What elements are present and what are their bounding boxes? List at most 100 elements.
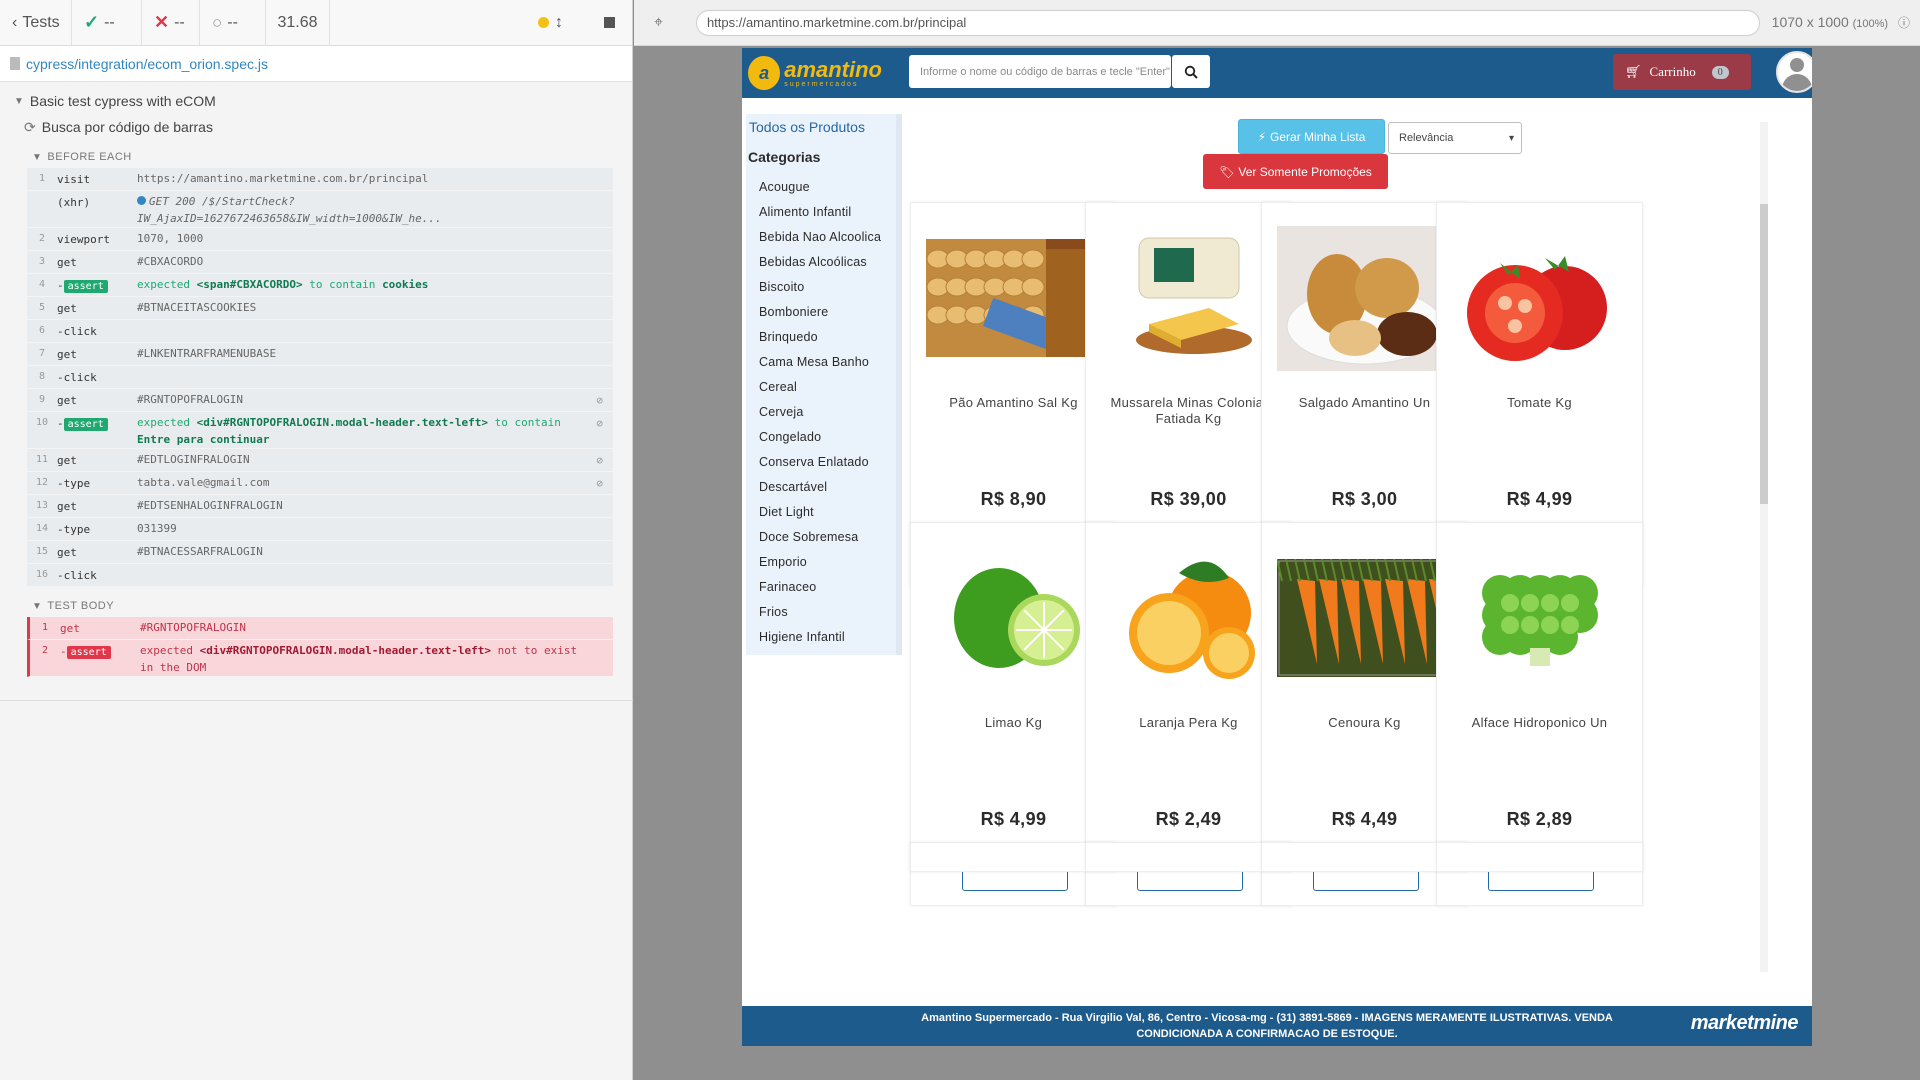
command-number: 7 xyxy=(38,348,46,359)
check-icon: ✓ xyxy=(84,12,100,32)
category-item[interactable]: Acougue xyxy=(746,175,896,200)
test-body-text: TEST BODY xyxy=(47,600,115,612)
command-row[interactable]: 1 visit https://amantino.marketmine.com.br… xyxy=(27,168,613,191)
command-row[interactable]: 15 get #BTNACESSARFRALOGIN xyxy=(27,541,613,564)
command-row[interactable]: 5 get #BTNACEITASCOOKIES xyxy=(27,297,613,320)
suite-title[interactable]: ▼ Basic test cypress with eCOM xyxy=(14,90,632,112)
product-image[interactable] xyxy=(926,233,1102,363)
command-row[interactable]: 13 get #EDTSENHALOGINFRALOGIN xyxy=(27,495,613,518)
category-item[interactable]: Alimento Infantil xyxy=(746,200,896,225)
search-input[interactable]: Informe o nome ou código de barras e tec… xyxy=(909,55,1171,88)
category-item[interactable]: Bebidas Alcoólicas xyxy=(746,250,896,275)
xhr-status-icon xyxy=(137,196,146,205)
category-item[interactable]: Doce Sobremesa xyxy=(746,525,896,550)
command-row[interactable]: 12 -type tabta.vale@gmail.com ⊘ xyxy=(27,472,613,495)
command-row[interactable]: 2 viewport 1070, 1000 xyxy=(27,228,613,251)
category-item[interactable]: Conserva Enlatado xyxy=(746,450,896,475)
hidden-eye-icon[interactable]: ⊘ xyxy=(596,417,603,430)
category-item[interactable]: Cerveja xyxy=(746,400,896,425)
marketmine-logo[interactable]: marketmine xyxy=(1691,1013,1799,1033)
category-item[interactable]: Emporio xyxy=(746,550,896,575)
test-body-label[interactable]: ▼ TEST BODY xyxy=(0,595,632,617)
product-card-partial[interactable] xyxy=(1436,842,1643,872)
command-message: #EDTSENHALOGINFRALOGIN xyxy=(137,499,283,512)
command-number: 4 xyxy=(38,279,46,290)
selector-playground-icon[interactable]: ⌖ xyxy=(654,14,680,32)
category-item[interactable]: Brinquedo xyxy=(746,325,896,350)
command-row[interactable]: 11 get #EDTLOGINFRALOGIN ⊘ xyxy=(27,449,613,472)
viewport-zoom: (100%) xyxy=(1852,18,1889,30)
hidden-eye-icon[interactable]: ⊘ xyxy=(596,394,603,407)
url-field[interactable]: https://amantino.marketmine.com.br/princ… xyxy=(695,9,1760,36)
command-row[interactable]: 10 - assert expected <div#RGNTOPOFRALOGIN.m… xyxy=(27,412,613,449)
command-row[interactable]: 6 -click xyxy=(27,320,613,343)
category-item[interactable]: Higiene Infantil xyxy=(746,625,896,650)
command-row[interactable]: 16 -click xyxy=(27,564,613,587)
category-item[interactable]: Frios xyxy=(746,600,896,625)
promotions-only-button[interactable]: 🏷︎ Ver Somente Promoções xyxy=(1203,154,1388,189)
command-row[interactable]: 8 -click xyxy=(27,366,613,389)
command-row[interactable]: 7 get #LNKENTRARFRAMENUBASE xyxy=(27,343,613,366)
category-item[interactable]: Biscoito xyxy=(746,275,896,300)
status-indicator[interactable]: ↕ xyxy=(526,0,586,46)
product-image[interactable] xyxy=(1452,233,1628,363)
product-image[interactable] xyxy=(1277,553,1453,683)
user-avatar[interactable] xyxy=(1776,51,1812,93)
stop-button[interactable] xyxy=(586,0,632,46)
command-row[interactable]: 2 - assert expected <div#RGNTOPOFRALOGIN.mo… xyxy=(27,640,613,677)
command-row[interactable]: 14 -type 031399 xyxy=(27,518,613,541)
search-button[interactable] xyxy=(1172,55,1210,88)
cart-button[interactable]: 🛒︎ Carrinho 0 xyxy=(1613,54,1751,90)
category-item[interactable]: Descartável xyxy=(746,475,896,500)
command-number: 8 xyxy=(38,371,46,382)
product-image[interactable] xyxy=(926,553,1102,683)
generate-list-button[interactable]: ⚡︎ Gerar Minha Lista xyxy=(1238,119,1385,154)
app-under-test-area: ⌖ https://amantino.marketmine.com.br/pri… xyxy=(634,0,1920,1080)
command-name: visit xyxy=(57,173,91,186)
product-image[interactable] xyxy=(1101,553,1277,683)
tests-back-button[interactable]: ‹ Tests xyxy=(0,0,72,46)
suite: ▼ Basic test cypress with eCOM ⟳ Busca p… xyxy=(0,82,632,142)
category-item[interactable]: Cereal xyxy=(746,375,896,400)
category-item[interactable]: Bomboniere xyxy=(746,300,896,325)
category-item[interactable]: Bebida Nao Alcoolica xyxy=(746,225,896,250)
command-row[interactable]: (xhr) GET 200 /$/StartCheck?IW_AjaxID=162… xyxy=(27,191,613,228)
all-products-link[interactable]: Todos os Produtos xyxy=(746,114,896,143)
test-title[interactable]: ⟳ Busca por código de barras xyxy=(14,112,632,142)
product-price: R$ 2,89 xyxy=(1506,809,1573,829)
product-name[interactable]: Tomate Kg xyxy=(1437,395,1642,411)
pending-count: ○ -- xyxy=(200,0,266,46)
failed-value: -- xyxy=(174,13,185,31)
command-number: 16 xyxy=(35,569,49,580)
info-icon[interactable]: ⓘ xyxy=(1898,16,1910,30)
command-row[interactable]: 1 get #RGNTOPOFRALOGIN xyxy=(27,617,613,640)
category-item[interactable]: Farinaceo xyxy=(746,575,896,600)
category-item[interactable]: Cama Mesa Banho xyxy=(746,350,896,375)
command-row[interactable]: 3 get #CBXACORDO xyxy=(27,251,613,274)
command-message: #BTNACESSARFRALOGIN xyxy=(137,545,263,558)
sort-select[interactable]: Relevância ▾ xyxy=(1388,122,1522,154)
before-each-label[interactable]: ▼ BEFORE EACH xyxy=(0,146,632,168)
spec-file-link[interactable]: cypress/integration/ecom_orion.spec.js xyxy=(26,56,268,72)
product-image[interactable] xyxy=(1101,233,1277,363)
command-message: expected <div#RGNTOPOFRALOGIN.modal-head… xyxy=(140,644,578,674)
command-number: 2 xyxy=(41,645,49,656)
product-name[interactable]: Alface Hidroponico Un xyxy=(1437,715,1642,731)
hidden-eye-icon[interactable]: ⊘ xyxy=(596,454,603,467)
category-item[interactable]: Diet Light xyxy=(746,500,896,525)
command-number: 13 xyxy=(35,500,49,511)
command-name: -type xyxy=(57,523,91,536)
product-scrollbar-thumb[interactable] xyxy=(1760,204,1768,504)
command-row[interactable]: 4 - assert expected <span#CBXACORDO> to con… xyxy=(27,274,613,297)
product-image[interactable] xyxy=(1277,225,1453,371)
category-item[interactable]: Congelado xyxy=(746,425,896,450)
command-row[interactable]: 9 get #RGNTOPOFRALOGIN ⊘ xyxy=(27,389,613,412)
passed-count: ✓ -- xyxy=(72,0,142,46)
command-message: #RGNTOPOFRALOGIN xyxy=(140,621,246,634)
command-name: get xyxy=(57,546,77,559)
product-image[interactable] xyxy=(1452,553,1628,683)
command-number: 1 xyxy=(38,173,46,184)
hidden-eye-icon[interactable]: ⊘ xyxy=(596,477,603,490)
command-message: https://amantino.marketmine.com.br/princ… xyxy=(137,172,429,185)
store-logo[interactable]: a amantino supermercados xyxy=(748,52,882,94)
